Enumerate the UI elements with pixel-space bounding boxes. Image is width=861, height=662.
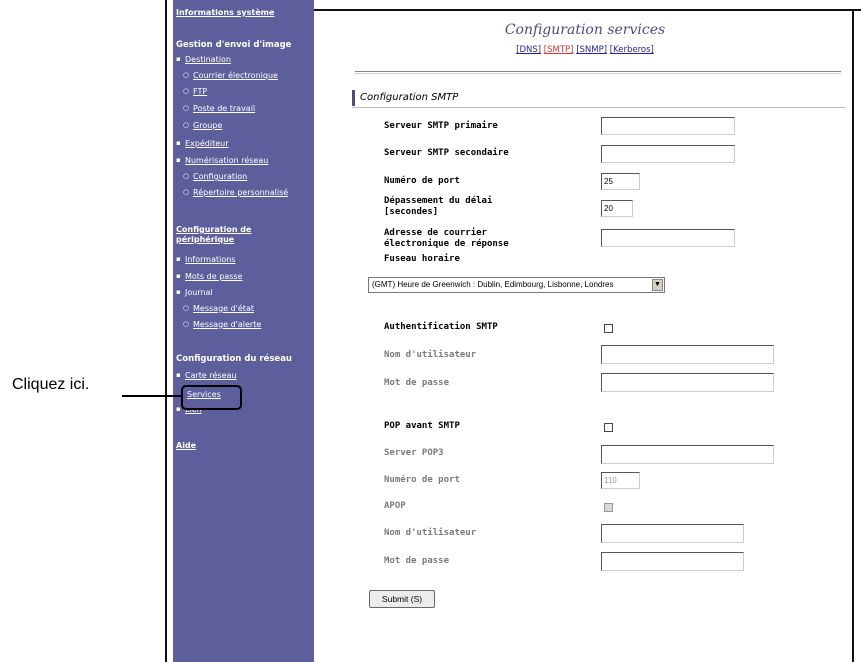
bullet-icon: ▪ <box>176 139 181 147</box>
primary-smtp-input[interactable] <box>601 117 735 135</box>
reply-email-label-line2: électronique de réponse <box>384 239 509 249</box>
sidebar-item-sender[interactable]: Expéditeur <box>185 139 229 148</box>
sidebar-item-desktop[interactable]: Poste de travail <box>193 104 255 113</box>
sidebar-item-configuration[interactable]: Configuration <box>193 172 247 181</box>
sidebar-heading-device-config[interactable]: Configuration de périphérique <box>176 225 296 245</box>
main-content: Configuration services [DNS] [SMTP] [SNM… <box>320 14 850 654</box>
submit-button[interactable]: Submit (S) <box>369 590 435 608</box>
sidebar-help-link[interactable]: Aide <box>176 441 196 450</box>
sidebar-item-destination[interactable]: Destination <box>185 55 231 64</box>
timeout-input[interactable]: 20 <box>601 200 633 217</box>
tab-smtp[interactable]: [SMTP] <box>544 45 574 55</box>
circle-bullet-icon: ○ <box>183 104 190 112</box>
sidebar-heading-network-config: Configuration du réseau <box>176 354 292 364</box>
pop3-server-label: Server POP3 <box>384 448 444 458</box>
circle-bullet-icon: ○ <box>183 71 190 79</box>
sidebar-item-log: Journal <box>185 288 213 297</box>
reply-email-input[interactable] <box>601 229 735 247</box>
bullet-icon: ▪ <box>176 371 181 379</box>
chevron-down-icon[interactable]: ▼ <box>652 279 663 291</box>
secondary-smtp-label: Serveur SMTP secondaire <box>384 148 509 158</box>
callout-text: Cliquez ici. <box>12 376 90 393</box>
circle-bullet-icon: ○ <box>183 121 190 129</box>
tab-snmp[interactable]: [SNMP] <box>576 45 607 55</box>
pop-username-label: Nom d'utilisateur <box>384 528 477 538</box>
smtp-auth-label: Authentification SMTP <box>384 322 498 332</box>
frame-right-border <box>852 9 854 662</box>
divider <box>355 73 841 74</box>
pop3-server-input[interactable] <box>601 445 774 464</box>
sidebar-item-personal-directory[interactable]: Répertoire personnalisé <box>193 188 288 197</box>
bullet-icon: ▪ <box>176 156 181 164</box>
secondary-smtp-input[interactable] <box>601 145 735 163</box>
port-input[interactable]: 25 <box>601 173 640 190</box>
timezone-label: Fuseau horaire <box>384 254 460 264</box>
sidebar-heading-image-send: Gestion d'envoi d'image <box>176 40 292 50</box>
timezone-selected-value: (GMT) Heure de Greenwich : Dublin, Edimb… <box>372 280 614 289</box>
circle-bullet-icon: ○ <box>183 304 190 312</box>
tab-kerberos[interactable]: [Kerberos] <box>610 45 654 55</box>
timeout-label: Dépassement du délai <box>384 196 493 206</box>
sidebar-item-group[interactable]: Groupe <box>193 121 222 130</box>
bullet-icon: ▪ <box>176 288 181 296</box>
circle-bullet-icon: ○ <box>183 188 190 196</box>
apop-checkbox[interactable] <box>604 503 613 512</box>
section-title: Configuration SMTP <box>360 92 459 103</box>
auth-username-input[interactable] <box>601 345 774 364</box>
bullet-icon: ▪ <box>176 405 181 413</box>
pop-password-input[interactable] <box>601 552 744 571</box>
sidebar: Informations système Gestion d'envoi d'i… <box>173 0 314 662</box>
pop-before-smtp-checkbox[interactable] <box>604 423 613 432</box>
primary-smtp-label: Serveur SMTP primaire <box>384 121 498 131</box>
sidebar-item-status-message[interactable]: Message d'état <box>193 304 254 313</box>
auth-password-label: Mot de passe <box>384 378 450 388</box>
sidebar-item-ftp[interactable]: FTP <box>193 87 207 96</box>
reply-email-label: Adresse de courrier <box>384 228 487 238</box>
circle-bullet-icon: ○ <box>183 87 190 95</box>
timezone-select[interactable]: (GMT) Heure de Greenwich : Dublin, Edimb… <box>368 277 665 293</box>
sidebar-item-network-card[interactable]: Carte réseau <box>185 371 236 380</box>
smtp-auth-checkbox[interactable] <box>604 324 613 333</box>
port-label: Numéro de port <box>384 176 460 186</box>
frame-top-border <box>312 9 861 11</box>
pop3-port-label: Numéro de port <box>384 475 460 485</box>
sidebar-item-network-scan[interactable]: Numérisation réseau <box>185 156 268 165</box>
bullet-icon: ▪ <box>176 255 181 263</box>
timeout-unit-label: [secondes] <box>384 207 439 217</box>
tab-dns[interactable]: [DNS] <box>516 45 541 55</box>
circle-bullet-icon: ○ <box>183 320 190 328</box>
sidebar-item-information[interactable]: Informations <box>185 255 235 264</box>
page: Informations système Gestion d'envoi d'i… <box>0 0 861 662</box>
bullet-icon: ▪ <box>176 55 181 63</box>
pop-username-input[interactable] <box>601 524 744 543</box>
divider <box>355 71 841 72</box>
pop-before-smtp-label: POP avant SMTP <box>384 421 460 431</box>
sidebar-item-passwords[interactable]: Mots de passe <box>185 272 242 281</box>
apop-label: APOP <box>384 501 406 511</box>
pop3-port-input[interactable]: 110 <box>601 472 640 489</box>
callout-pointer-line <box>122 395 182 397</box>
frame-left-border <box>165 0 167 662</box>
circle-bullet-icon: ○ <box>183 172 190 180</box>
auth-password-input[interactable] <box>601 373 774 392</box>
bullet-icon: ▪ <box>176 272 181 280</box>
divider <box>352 107 846 108</box>
sidebar-item-services[interactable]: Services <box>187 390 221 399</box>
page-title: Configuration services <box>504 22 666 38</box>
tab-links: [DNS] [SMTP] [SNMP] [Kerberos] <box>320 45 850 55</box>
sidebar-item-email[interactable]: Courrier électronique <box>193 71 278 80</box>
sidebar-item-alert-message[interactable]: Message d'alerte <box>193 320 261 329</box>
sidebar-system-info-link[interactable]: Informations système <box>176 8 274 17</box>
pop-password-label: Mot de passe <box>384 556 450 566</box>
auth-username-label: Nom d'utilisateur <box>384 350 477 360</box>
